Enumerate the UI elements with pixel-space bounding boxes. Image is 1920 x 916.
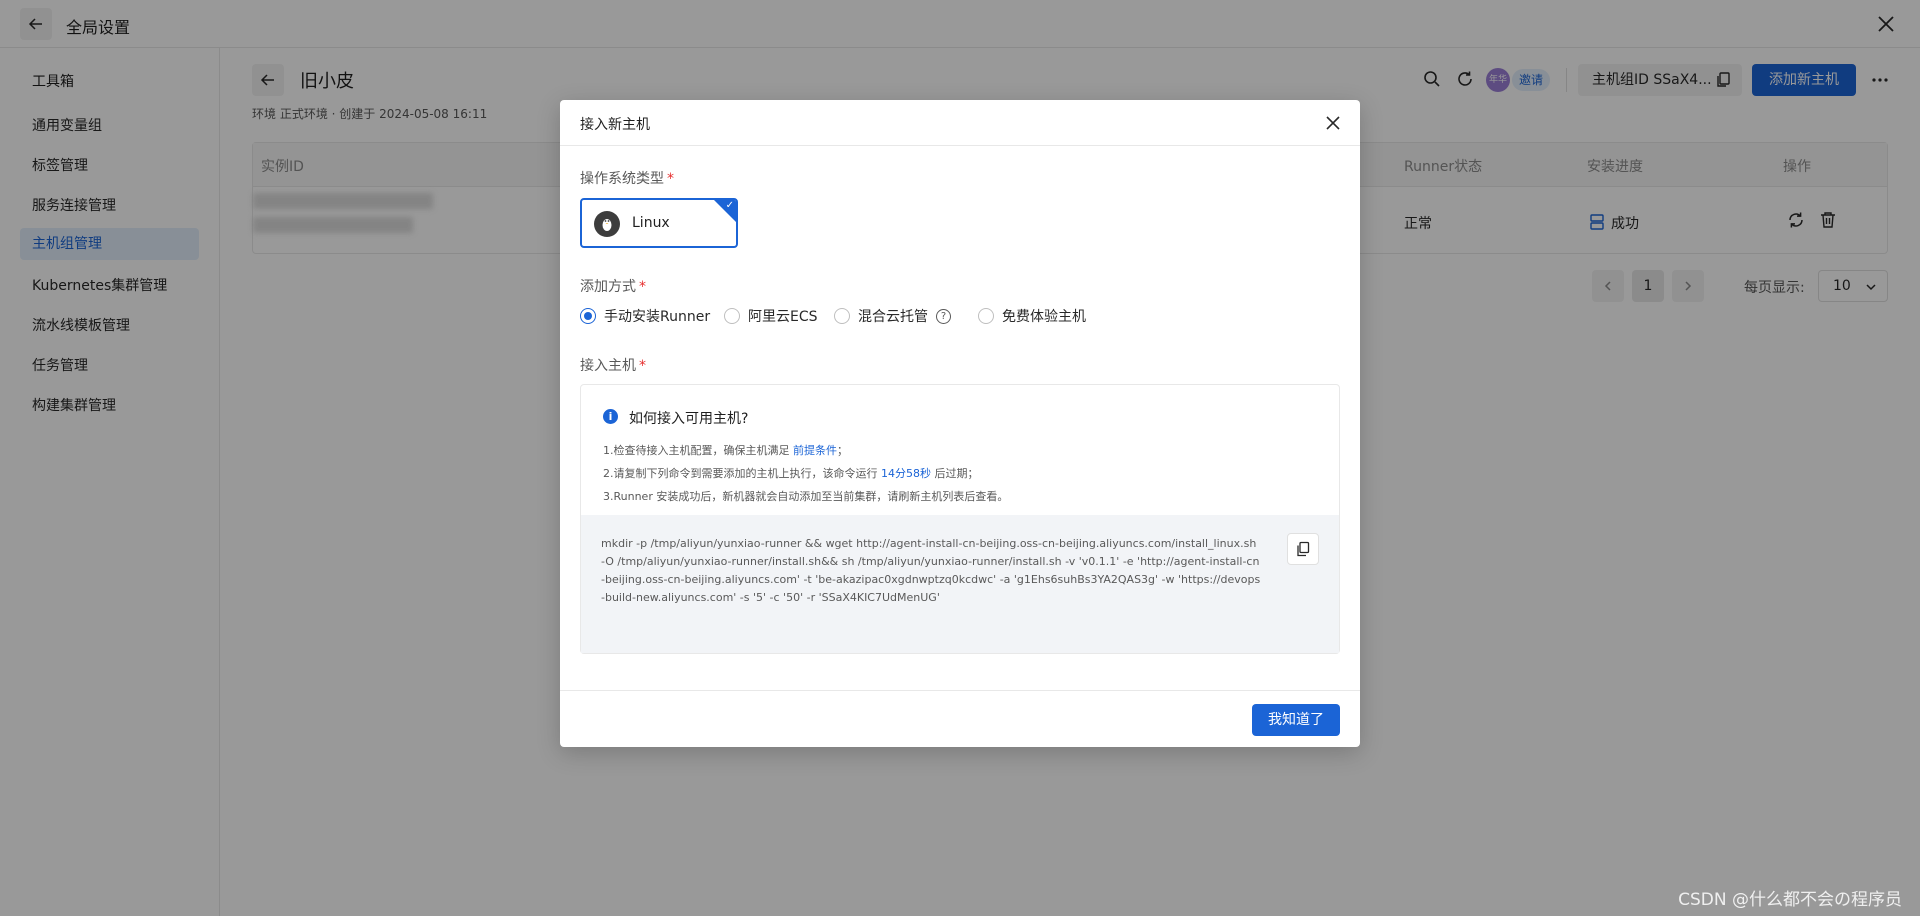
- expiry-countdown: 14分58秒: [881, 467, 931, 480]
- add-method-label-text: 添加方式: [580, 279, 636, 295]
- dialog-footer-divider: [560, 690, 1360, 691]
- step-1-text: 1.检查待接入主机配置，确保主机满足: [603, 444, 790, 457]
- watermark: CSDN @什么都不会の程序员: [1678, 890, 1902, 910]
- dialog-title: 接入新主机: [580, 117, 650, 133]
- connect-host-label-text: 接入主机: [580, 358, 636, 374]
- required-mark: *: [639, 358, 646, 374]
- linux-icon: [594, 211, 620, 237]
- radio-circle: [834, 308, 850, 324]
- radio-circle: [978, 308, 994, 324]
- step-1: 1.检查待接入主机配置，确保主机满足 前提条件；: [603, 442, 848, 458]
- required-mark: *: [667, 171, 674, 187]
- connect-host-panel: i 如何接入可用主机? 1.检查待接入主机配置，确保主机满足 前提条件； 2.请…: [580, 384, 1340, 654]
- radio-free-trial-host[interactable]: 免费体验主机: [978, 306, 1086, 326]
- radio-hybrid-cloud[interactable]: 混合云托管 ?: [834, 306, 951, 326]
- copy-command-button[interactable]: [1287, 533, 1319, 565]
- radio-circle: [580, 308, 596, 324]
- step-2-suffix: 后过期；: [934, 467, 979, 480]
- os-type-label-text: 操作系统类型: [580, 171, 664, 187]
- step-2: 2.请复制下列命令到需要添加的主机上执行，该命令运行 14分58秒 后过期；: [603, 465, 979, 481]
- os-type-label: 操作系统类型 *: [580, 168, 674, 188]
- os-option-linux[interactable]: Linux ✓: [580, 198, 738, 248]
- help-icon[interactable]: ?: [936, 308, 951, 324]
- step-1-suffix: ；: [837, 444, 848, 457]
- step-3: 3.Runner 安装成功后，新机器就会自动添加至当前集群，请刷新主机列表后查看…: [603, 490, 1009, 503]
- add-method-label: 添加方式 *: [580, 276, 646, 296]
- radio-aliyun-ecs[interactable]: 阿里云ECS: [724, 306, 818, 326]
- add-host-dialog: 接入新主机 操作系统类型 * Linux ✓ 添加方式 * 手动安装Runner 阿…: [560, 100, 1360, 747]
- radio-manual-runner[interactable]: 手动安装Runner: [580, 306, 710, 326]
- info-icon: i: [603, 409, 618, 424]
- radio-circle: [724, 308, 740, 324]
- radio-label: 免费体验主机: [1002, 309, 1086, 325]
- radio-label: 混合云托管: [858, 309, 928, 325]
- check-icon: ✓: [725, 200, 734, 211]
- radio-label: 阿里云ECS: [748, 309, 818, 325]
- connect-host-label: 接入主机 *: [580, 355, 646, 375]
- radio-label: 手动安装Runner: [604, 309, 711, 325]
- os-option-label: Linux: [632, 215, 670, 231]
- step-2-text: 2.请复制下列命令到需要添加的主机上执行，该命令运行: [603, 467, 878, 480]
- required-mark: *: [639, 279, 646, 295]
- close-icon[interactable]: [1322, 112, 1344, 134]
- install-command[interactable]: mkdir -p /tmp/aliyun/yunxiao-runner && w…: [601, 535, 1261, 607]
- dialog-divider: [560, 145, 1360, 146]
- copy-icon: [1297, 541, 1310, 557]
- command-block: mkdir -p /tmp/aliyun/yunxiao-runner && w…: [581, 515, 1339, 653]
- info-title: 如何接入可用主机?: [629, 411, 749, 427]
- got-it-button[interactable]: 我知道了: [1252, 704, 1340, 736]
- prerequisites-link[interactable]: 前提条件: [793, 444, 837, 457]
